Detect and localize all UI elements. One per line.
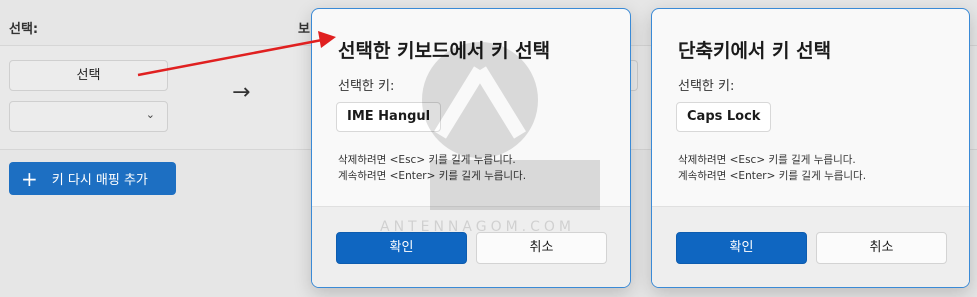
hint-delete: 삭제하려면 <Esc> 키를 길게 누릅니다. xyxy=(678,154,856,166)
hint-continue: 계속하려면 <Enter> 키를 길게 누릅니다. xyxy=(678,170,867,182)
select-column-header: 선택: xyxy=(9,22,39,37)
mapping-arrow-icon: → xyxy=(232,80,251,105)
ok-button[interactable]: 확인 xyxy=(336,232,467,264)
hint-delete: 삭제하려면 <Esc> 키를 길게 누릅니다. xyxy=(338,154,516,166)
cancel-button[interactable]: 취소 xyxy=(476,232,607,264)
dialog-title: 선택한 키보드에서 키 선택 xyxy=(338,40,551,62)
send-key-field[interactable] xyxy=(630,60,638,91)
hint-continue: 계속하려면 <Enter> 키를 길게 누릅니다. xyxy=(338,170,527,182)
plus-icon: + xyxy=(21,166,38,191)
cancel-button[interactable]: 취소 xyxy=(816,232,947,264)
shortcut-key-dialog: 단축키에서 키 선택 선택한 키: Caps Lock 삭제하려면 <Esc> … xyxy=(651,8,970,288)
dialog-footer: 확인 취소 xyxy=(312,206,630,287)
select-key-dialog: 선택한 키보드에서 키 선택 선택한 키: IME Hangul 삭제하려면 <… xyxy=(311,8,631,288)
chevron-down-icon: ⌄ xyxy=(145,108,155,121)
add-key-remap-button[interactable]: + 키 다시 매핑 추가 xyxy=(9,162,176,195)
dialog-footer: 확인 취소 xyxy=(652,206,969,287)
selected-key-cap: Caps Lock xyxy=(676,102,772,132)
selected-key-label: 선택한 키: xyxy=(678,79,735,94)
dialog-title: 단축키에서 키 선택 xyxy=(678,40,832,62)
dialog-hint: 삭제하려면 <Esc> 키를 길게 누릅니다. 계속하려면 <Enter> 키를… xyxy=(678,152,866,184)
dialog-hint: 삭제하려면 <Esc> 키를 길게 누릅니다. 계속하려면 <Enter> 키를… xyxy=(338,152,526,184)
select-key-button[interactable]: 선택 xyxy=(9,60,168,91)
key-dropdown[interactable]: ⌄ xyxy=(9,101,168,132)
send-column-header: 보 xyxy=(298,22,310,37)
ok-button[interactable]: 확인 xyxy=(676,232,807,264)
selected-key-label: 선택한 키: xyxy=(338,79,395,94)
selected-key-cap: IME Hangul xyxy=(336,102,442,132)
add-key-remap-label: 키 다시 매핑 추가 xyxy=(51,173,148,188)
